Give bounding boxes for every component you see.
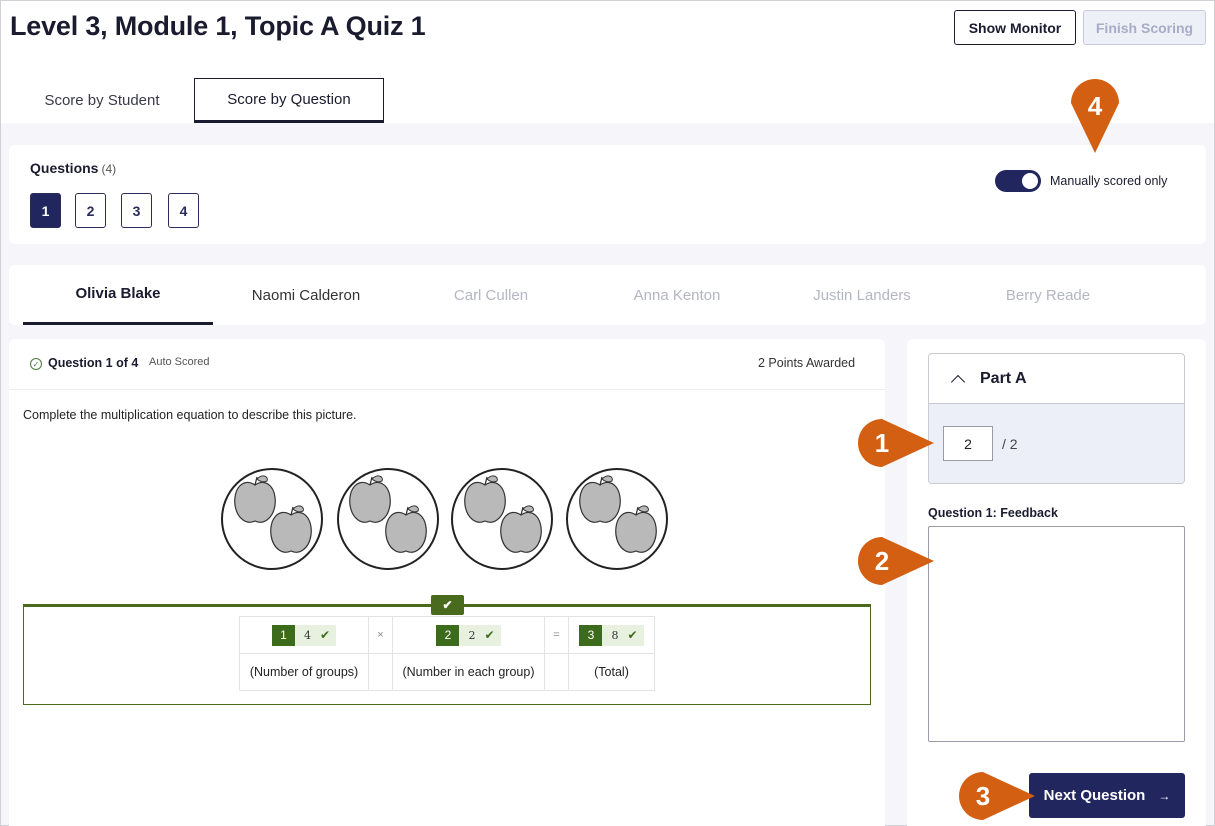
score-input[interactable] bbox=[943, 426, 993, 461]
callout-3-number: 3 bbox=[976, 781, 990, 811]
answer-cell-2: 2 2 ✔ bbox=[392, 616, 545, 654]
auto-scored-check-icon: ✓ bbox=[30, 358, 42, 370]
correct-check-icon: ✔ bbox=[431, 595, 464, 615]
answer-number-2: 2 bbox=[436, 624, 460, 646]
part-a-body: / 2 bbox=[929, 404, 1184, 483]
questions-label: Questions bbox=[30, 160, 99, 176]
finish-scoring-button[interactable]: Finish Scoring bbox=[1083, 10, 1206, 45]
check-icon: ✔ bbox=[484, 628, 495, 642]
answer-value-3: 8 ✔ bbox=[602, 624, 644, 646]
question-prompt: Complete the multiplication equation to … bbox=[23, 408, 357, 422]
part-a-section: Part A / 2 bbox=[928, 353, 1185, 484]
answer-response-box: ✔ 1 4 ✔ × 2 2 ✔ = 3 8 ✔ (Number of groups) (Nu… bbox=[23, 595, 871, 705]
student-tab-olivia-blake[interactable]: Olivia Blake bbox=[23, 265, 213, 325]
empty-cell bbox=[368, 653, 393, 691]
answer-2: 2 2 ✔ bbox=[436, 624, 501, 646]
feedback-label: Question 1: Feedback bbox=[928, 506, 1058, 520]
apple-group-2 bbox=[337, 468, 439, 570]
question-number-3[interactable]: 3 bbox=[121, 193, 152, 228]
callout-4: 4 bbox=[1071, 79, 1119, 153]
question-number-4[interactable]: 4 bbox=[168, 193, 199, 228]
student-tab-berry-reade[interactable]: Berry Reade bbox=[953, 265, 1143, 325]
caption-groups: (Number of groups) bbox=[239, 653, 369, 691]
answer-cell-1: 1 4 ✔ bbox=[239, 616, 369, 654]
scoring-panel: Part A / 2 Question 1: Feedback Next Que… bbox=[907, 339, 1206, 826]
answer-number-3: 3 bbox=[579, 624, 603, 646]
empty-cell bbox=[544, 653, 569, 691]
equals-operator: = bbox=[544, 616, 569, 654]
check-icon: ✔ bbox=[627, 628, 638, 642]
answer-number-1: 1 bbox=[271, 624, 295, 646]
answer-value-1: 4 ✔ bbox=[294, 624, 337, 646]
student-tab-anna-kenton[interactable]: Anna Kenton bbox=[582, 265, 772, 325]
answer-value-2: 2 ✔ bbox=[459, 624, 501, 646]
callout-4-number: 4 bbox=[1088, 91, 1103, 121]
student-tabs: Olivia Blake Naomi Calderon Carl Cullen … bbox=[9, 265, 1206, 325]
show-monitor-button[interactable]: Show Monitor bbox=[954, 10, 1076, 45]
next-question-button[interactable]: Next Question → bbox=[1029, 773, 1185, 818]
feedback-textarea[interactable] bbox=[928, 526, 1185, 742]
student-tab-justin-landers[interactable]: Justin Landers bbox=[767, 265, 957, 325]
question-card: ✓ Question 1 of 4 Auto Scored 2 Points A… bbox=[9, 339, 885, 826]
student-tab-naomi-calderon[interactable]: Naomi Calderon bbox=[211, 265, 401, 325]
arrow-right-icon: → bbox=[1158, 788, 1171, 803]
times-operator: × bbox=[368, 616, 393, 654]
divider bbox=[9, 389, 885, 390]
chevron-up-icon[interactable] bbox=[950, 374, 966, 389]
questions-panel: Questions (4) 1 2 3 4 Manually scored onl… bbox=[9, 145, 1206, 244]
answer-3: 3 8 ✔ bbox=[579, 624, 644, 646]
manually-scored-label: Manually scored only bbox=[1050, 174, 1168, 188]
apple-groups-image bbox=[221, 468, 668, 570]
callout-1-number: 1 bbox=[875, 428, 889, 458]
caption-total: (Total) bbox=[568, 653, 655, 691]
next-question-label: Next Question bbox=[1043, 787, 1146, 804]
score-max: / 2 bbox=[1002, 436, 1018, 452]
answer-1: 1 4 ✔ bbox=[271, 624, 337, 646]
apple-group-1 bbox=[221, 468, 323, 570]
part-label: Part A bbox=[980, 369, 1027, 387]
check-icon: ✔ bbox=[319, 628, 331, 642]
manually-scored-toggle[interactable] bbox=[995, 170, 1041, 192]
question-label: Question 1 of 4 bbox=[48, 356, 139, 370]
page-title: Level 3, Module 1, Topic A Quiz 1 bbox=[10, 11, 426, 41]
tab-score-by-student[interactable]: Score by Student bbox=[23, 78, 181, 123]
caption-each-group: (Number in each group) bbox=[392, 653, 545, 691]
toggle-knob bbox=[1022, 173, 1038, 189]
answer-value-text-1: 4 bbox=[303, 628, 311, 642]
questions-heading: Questions (4) bbox=[30, 160, 116, 176]
apple-group-3 bbox=[451, 468, 553, 570]
points-awarded: 2 Points Awarded bbox=[758, 356, 856, 370]
scoring-type: Auto Scored bbox=[149, 356, 210, 368]
callout-2-number: 2 bbox=[875, 546, 889, 576]
answer-value-text-3: 8 bbox=[611, 628, 619, 642]
equation-table: 1 4 ✔ × 2 2 ✔ = 3 8 ✔ (Number of groups) (Numb… bbox=[239, 616, 655, 691]
answer-value-text-2: 2 bbox=[468, 628, 476, 642]
page-header: Level 3, Module 1, Topic A Quiz 1 Show M… bbox=[1, 1, 1214, 123]
callout-1: 1 bbox=[858, 419, 934, 467]
question-number-1[interactable]: 1 bbox=[30, 193, 61, 228]
tab-score-by-question[interactable]: Score by Question bbox=[194, 78, 384, 123]
callout-2: 2 bbox=[858, 537, 934, 585]
answer-cell-3: 3 8 ✔ bbox=[568, 616, 655, 654]
apple-group-4 bbox=[566, 468, 668, 570]
student-tab-carl-cullen[interactable]: Carl Cullen bbox=[396, 265, 586, 325]
callout-3: 3 bbox=[959, 772, 1035, 820]
questions-count: (4) bbox=[101, 162, 117, 176]
question-number-2[interactable]: 2 bbox=[75, 193, 106, 228]
part-a-header[interactable]: Part A bbox=[929, 354, 1184, 404]
